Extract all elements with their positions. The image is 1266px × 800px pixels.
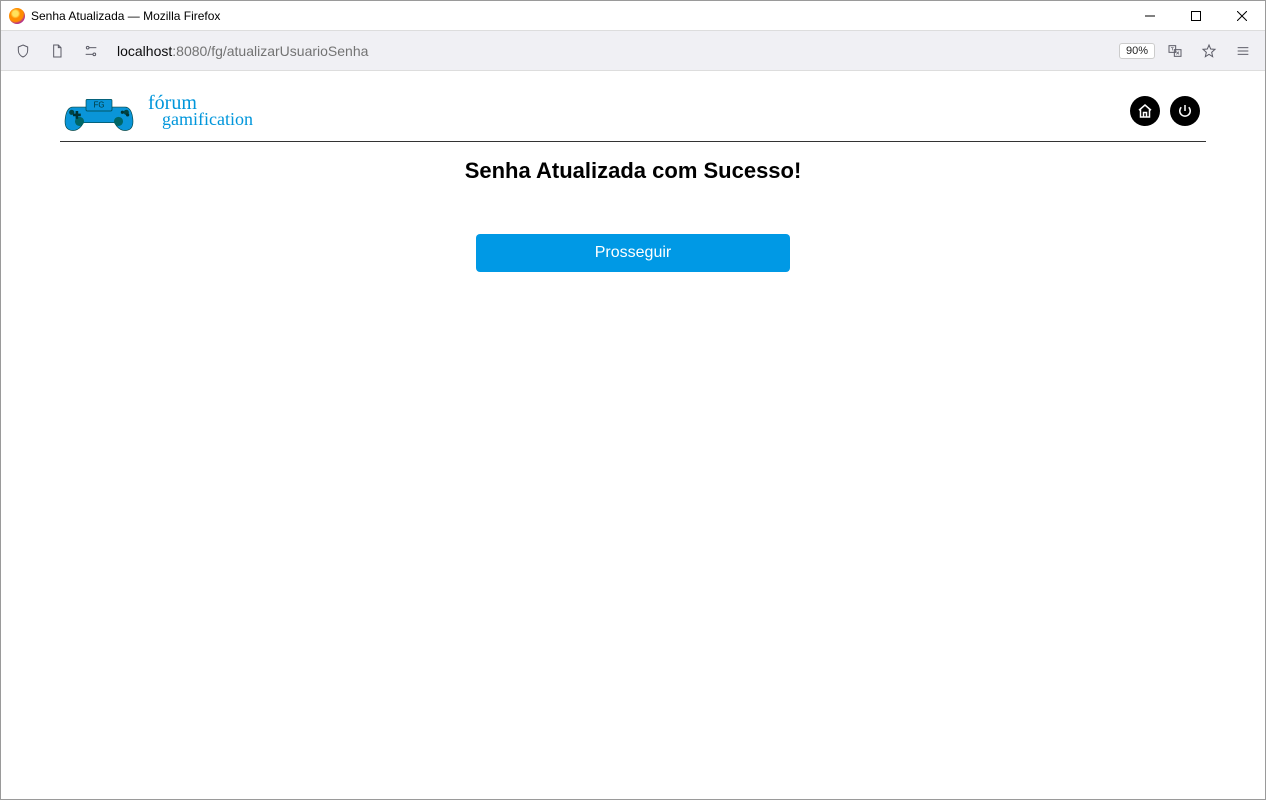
power-icon[interactable] xyxy=(1170,96,1200,126)
address-bar[interactable]: localhost:8080/fg/atualizarUsuarioSenha xyxy=(111,35,1113,67)
url-path: :8080/fg/atualizarUsuarioSenha xyxy=(172,43,368,59)
permissions-icon[interactable] xyxy=(77,37,105,65)
window-titlebar: Senha Atualizada — Mozilla Firefox xyxy=(1,1,1265,31)
gamepad-icon: FG xyxy=(60,87,138,135)
home-icon[interactable] xyxy=(1130,96,1160,126)
proceed-button[interactable]: Prosseguir xyxy=(476,234,790,272)
maximize-button[interactable] xyxy=(1173,1,1219,31)
hamburger-menu-icon[interactable] xyxy=(1229,37,1257,65)
close-button[interactable] xyxy=(1219,1,1265,31)
svg-text:FG: FG xyxy=(94,101,105,110)
translate-icon[interactable] xyxy=(1161,37,1189,65)
url-host: localhost xyxy=(117,43,172,59)
page-viewport: FG fórum gamification xyxy=(1,71,1265,799)
main-content: Senha Atualizada com Sucesso! Prosseguir xyxy=(60,142,1206,272)
site-header: FG fórum gamification xyxy=(60,81,1206,142)
bookmark-star-icon[interactable] xyxy=(1195,37,1223,65)
zoom-badge[interactable]: 90% xyxy=(1119,43,1155,59)
firefox-icon xyxy=(9,8,25,24)
success-heading: Senha Atualizada com Sucesso! xyxy=(60,158,1206,184)
logo-text: fórum gamification xyxy=(148,95,253,127)
browser-toolbar: localhost:8080/fg/atualizarUsuarioSenha … xyxy=(1,31,1265,71)
file-icon[interactable] xyxy=(43,37,71,65)
minimize-button[interactable] xyxy=(1127,1,1173,31)
window-title: Senha Atualizada — Mozilla Firefox xyxy=(31,9,220,23)
shield-icon[interactable] xyxy=(9,37,37,65)
logo-line2: gamification xyxy=(162,112,253,127)
site-logo[interactable]: FG fórum gamification xyxy=(60,87,253,135)
